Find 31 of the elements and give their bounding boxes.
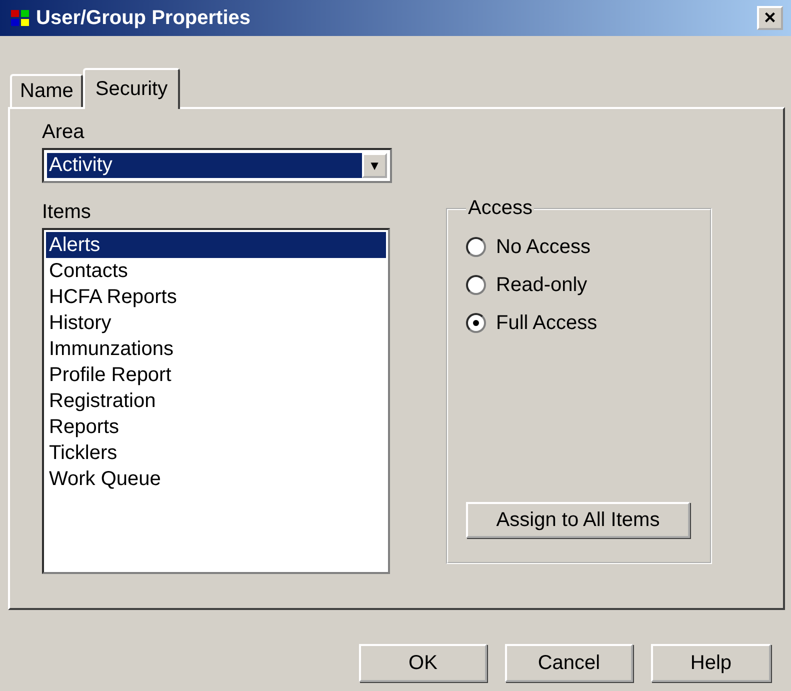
radio-option[interactable]: No Access bbox=[466, 228, 692, 266]
list-item[interactable]: History bbox=[46, 310, 386, 336]
list-item[interactable]: Ticklers bbox=[46, 440, 386, 466]
radio-option[interactable]: Full Access bbox=[466, 304, 692, 342]
area-dropdown[interactable]: Activity ▼ bbox=[42, 148, 392, 183]
close-button[interactable]: × bbox=[757, 6, 783, 30]
tab[interactable]: Name bbox=[10, 74, 84, 107]
list-item[interactable]: Contacts bbox=[46, 258, 386, 284]
tab[interactable]: Security bbox=[83, 68, 180, 109]
list-item[interactable]: Profile Report bbox=[46, 362, 386, 388]
app-icon bbox=[10, 8, 30, 28]
dialog-button[interactable]: Cancel bbox=[505, 644, 633, 682]
list-item[interactable]: Immunzations bbox=[46, 336, 386, 362]
list-item[interactable]: Registration bbox=[46, 388, 386, 414]
dialog-button[interactable]: OK bbox=[359, 644, 487, 682]
radio-button[interactable] bbox=[466, 237, 486, 257]
assign-button[interactable]: Assign to All Items bbox=[466, 502, 690, 538]
dropdown-button[interactable]: ▼ bbox=[362, 153, 387, 178]
radio-button[interactable] bbox=[466, 313, 486, 333]
list-item[interactable]: Reports bbox=[46, 414, 386, 440]
list-item[interactable]: Work Queue bbox=[46, 466, 386, 492]
dialog-button[interactable]: Help bbox=[651, 644, 771, 682]
access-title: Access bbox=[467, 197, 534, 220]
area-value: Activity bbox=[47, 153, 362, 178]
list-item[interactable]: Alerts bbox=[46, 232, 386, 258]
window-title: User/Group Properties bbox=[36, 6, 252, 30]
radio-option[interactable]: Read-only bbox=[466, 266, 692, 304]
radio-button[interactable] bbox=[466, 275, 486, 295]
items-label: Items bbox=[42, 201, 92, 224]
list-item[interactable]: HCFA Reports bbox=[46, 284, 386, 310]
area-label: Area bbox=[42, 121, 86, 144]
